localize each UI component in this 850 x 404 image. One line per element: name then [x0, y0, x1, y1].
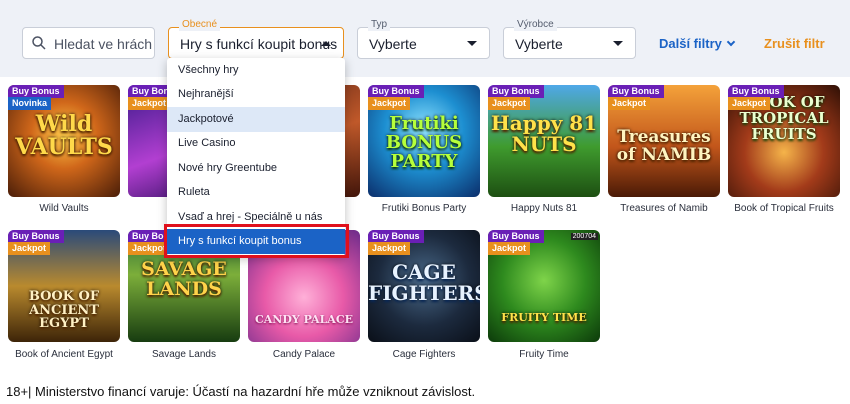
- gambling-disclaimer: 18+| Ministerstvo financí varuje: Účastí…: [6, 384, 476, 399]
- game-tile[interactable]: Wild VAULTS Buy Bonus Novinka: [8, 85, 120, 197]
- jackpot-badge: Jackpot: [8, 242, 51, 255]
- jackpot-badge: Jackpot: [728, 97, 771, 110]
- game-art-title: Frutiki BONUS PARTY: [385, 113, 463, 172]
- dropdown-option[interactable]: Všechny hry: [167, 58, 345, 83]
- new-badge: Novinka: [8, 97, 52, 110]
- game-art-title: CAGE FIGHTERS: [368, 260, 480, 305]
- search-placeholder: Hledat ve hrách: [54, 36, 153, 52]
- jackpot-badge: Jackpot: [368, 97, 411, 110]
- general-select[interactable]: Obecné Hry s funkcí koupit bonus: [168, 19, 344, 59]
- caret-down-icon: [467, 41, 477, 46]
- casino-games-page: Hledat ve hrách Obecné Hry s funkcí koup…: [0, 0, 850, 404]
- jackpot-badge: Jackpot: [488, 97, 531, 110]
- type-legend: Typ: [368, 19, 391, 31]
- game-name: Book of Ancient Egypt: [15, 349, 113, 360]
- game-art-title: BOOK OF ANCIENT EGYPT: [28, 289, 100, 332]
- general-value: Hry s funkcí koupit bonus: [180, 36, 338, 52]
- provider-value: Vyberte: [515, 36, 563, 52]
- game-tile[interactable]: Happy 81 NUTS Buy Bonus Jackpot: [488, 85, 600, 197]
- game-art-title: SAVAGE LANDS: [141, 258, 227, 300]
- dropdown-option[interactable]: Jackpotové: [167, 107, 345, 132]
- clear-filter-button[interactable]: Zrušit filtr: [764, 36, 825, 51]
- caret-up-icon: [321, 41, 331, 46]
- game-art-title: CANDY PALACE: [255, 313, 353, 326]
- game-name: Frutiki Bonus Party: [381, 203, 467, 214]
- dropdown-option[interactable]: Live Casino: [167, 131, 345, 156]
- chevron-down-icon: [726, 37, 736, 47]
- game-tile[interactable]: Treasures of NAMIB Buy Bonus Jackpot: [608, 85, 720, 197]
- provider-legend: Výrobce: [514, 19, 557, 31]
- more-filters-label: Další filtry: [659, 36, 722, 51]
- filter-bar: Hledat ve hrách Obecné Hry s funkcí koup…: [0, 0, 850, 77]
- provider-select[interactable]: Výrobce Vyberte: [503, 19, 636, 59]
- selection-highlight-box: [164, 224, 349, 258]
- dropdown-option[interactable]: Ruleta: [167, 180, 345, 205]
- jackpot-badge: Jackpot: [488, 242, 531, 255]
- game-art-title: Treasures of NAMIB: [616, 127, 712, 165]
- search-icon: [32, 36, 46, 50]
- type-value: Vyberte: [369, 36, 417, 52]
- dropdown-option[interactable]: Nové hry Greentube: [167, 156, 345, 181]
- dropdown-option[interactable]: Nejhranější: [167, 82, 345, 107]
- search-input[interactable]: Hledat ve hrách: [22, 27, 155, 59]
- caret-down-icon: [613, 41, 623, 46]
- type-select[interactable]: Typ Vyberte: [357, 19, 490, 59]
- game-tile[interactable]: Frutiki BONUS PARTY Buy Bonus Jackpot: [368, 85, 480, 197]
- jackpot-counter: 200704: [570, 233, 598, 240]
- game-tile[interactable]: FRUITY TIME Buy Bonus Jackpot 200704: [488, 230, 600, 342]
- game-name: Fruity Time: [519, 349, 569, 360]
- game-name: Candy Palace: [272, 349, 336, 360]
- jackpot-badge: Jackpot: [368, 242, 411, 255]
- game-name: Book of Tropical Fruits: [734, 203, 834, 214]
- jackpot-badge: Jackpot: [608, 97, 651, 110]
- jackpot-badge: Jackpot: [128, 97, 171, 110]
- game-art-title: Wild VAULTS: [15, 111, 113, 161]
- game-art-title: BOOK OF TROPICAL FRUITS: [739, 93, 829, 143]
- game-tile[interactable]: BOOK OF ANCIENT EGYPT Buy Bonus Jackpot: [8, 230, 120, 342]
- game-name: Wild Vaults: [39, 203, 89, 214]
- game-art-title: FRUITY TIME: [501, 311, 587, 324]
- more-filters-button[interactable]: Další filtry: [659, 36, 736, 51]
- game-name: Cage Fighters: [392, 349, 456, 360]
- game-tile[interactable]: CAGE FIGHTERS Buy Bonus Jackpot: [368, 230, 480, 342]
- game-art-title: Happy 81 NUTS: [490, 111, 598, 156]
- game-name: Savage Lands: [152, 349, 216, 360]
- game-name: Treasures of Namib: [620, 203, 708, 214]
- general-legend: Obecné: [179, 19, 221, 31]
- game-tile[interactable]: BOOK OF TROPICAL FRUITS Buy Bonus Jackpo…: [728, 85, 840, 197]
- game-name: Happy Nuts 81: [510, 203, 578, 214]
